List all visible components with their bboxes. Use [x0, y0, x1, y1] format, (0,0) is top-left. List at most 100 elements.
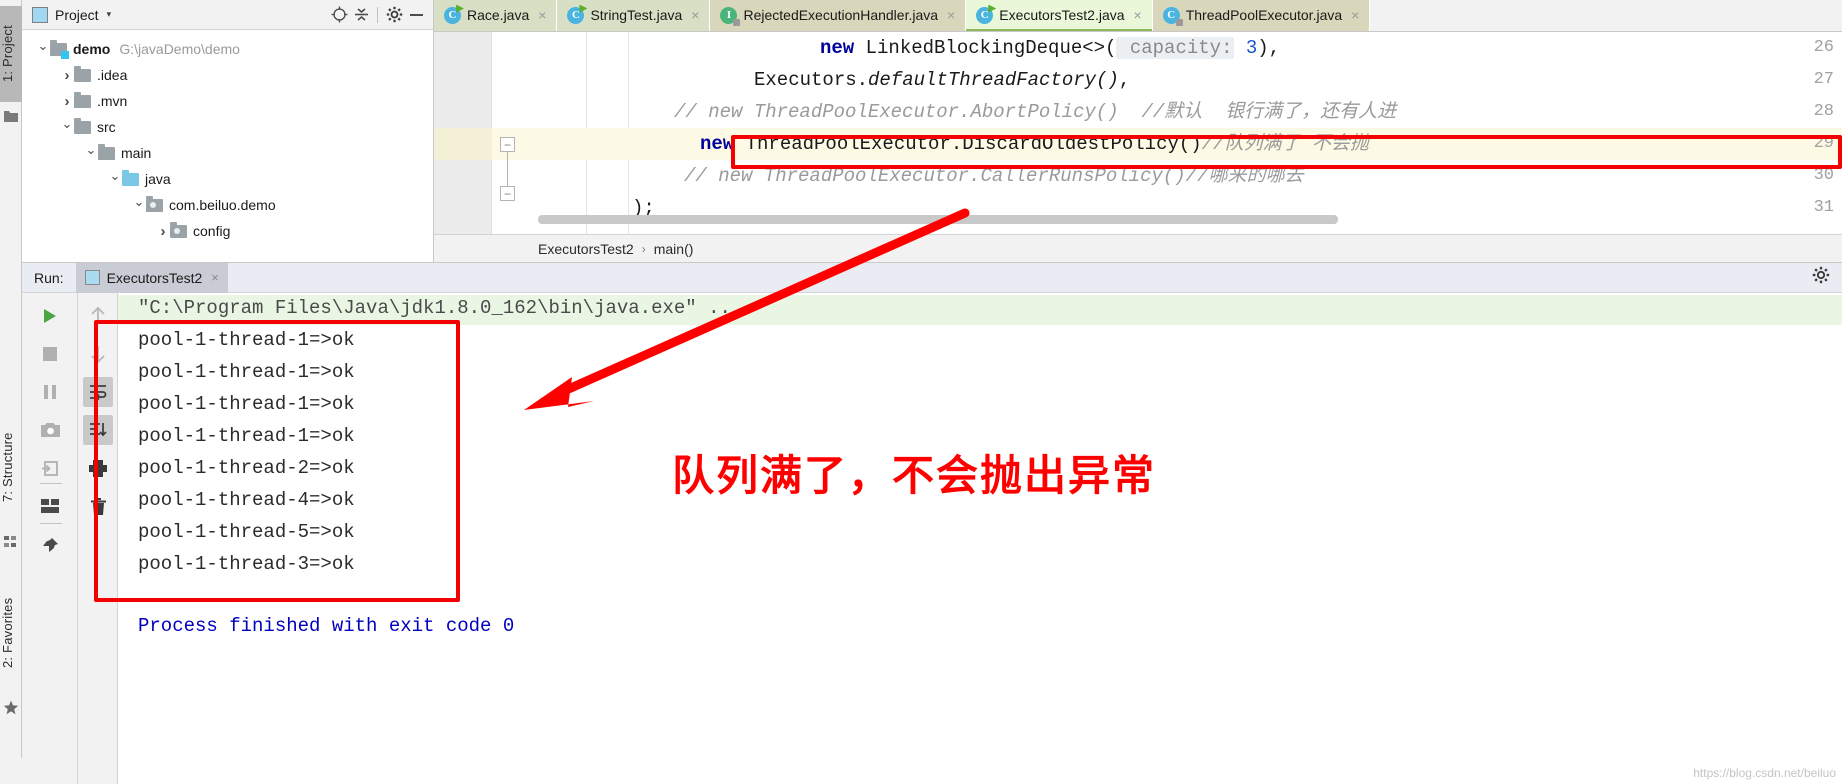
- project-tree[interactable]: demo G:\javaDemo\demo .idea .mvn src main java…: [22, 30, 433, 244]
- breadcrumb-separator: ›: [641, 241, 646, 256]
- fold-marker-collapse-1[interactable]: −: [500, 137, 515, 152]
- tree-node[interactable]: com.beiluo.demo: [22, 192, 433, 218]
- console-output-line: pool-1-thread-4=>ok: [138, 489, 355, 511]
- editor-tab[interactable]: C ThreadPoolExecutor.java ×: [1152, 0, 1371, 31]
- code-line-text: Executors.defaultThreadFactory(),: [754, 64, 1130, 96]
- chevron-right-icon[interactable]: [60, 67, 74, 84]
- chevron-down-icon[interactable]: [84, 145, 98, 161]
- code-token: 3: [1234, 37, 1258, 59]
- close-icon[interactable]: ×: [538, 7, 546, 23]
- fold-marker-collapse-2[interactable]: −: [500, 186, 515, 201]
- console-output-line: pool-1-thread-3=>ok: [138, 553, 355, 575]
- run-tool-window: Run: ExecutorsTest2 × "C:\Program Files\…: [22, 262, 1842, 784]
- editor-tab-label: RejectedExecutionHandler.java: [743, 7, 939, 23]
- run-badge-icon: [988, 4, 997, 13]
- breadcrumb-method[interactable]: main(): [654, 241, 694, 257]
- collapse-all-icon[interactable]: [350, 4, 372, 26]
- tree-node[interactable]: demo G:\javaDemo\demo: [22, 36, 433, 62]
- code-token: // new ThreadPoolExecutor.CallerRunsPoli…: [684, 165, 1304, 187]
- printer-icon[interactable]: [83, 453, 113, 483]
- lock-badge-icon: [1175, 18, 1183, 26]
- chevron-down-icon[interactable]: [108, 171, 122, 187]
- pause-button[interactable]: [35, 377, 65, 407]
- trash-icon[interactable]: [83, 491, 113, 521]
- stop-button[interactable]: [35, 339, 65, 369]
- console-output[interactable]: "C:\Program Files\Java\jdk1.8.0_162\bin\…: [118, 293, 1842, 784]
- tree-node[interactable]: java: [22, 166, 433, 192]
- gear-icon[interactable]: [383, 4, 405, 26]
- close-icon[interactable]: ×: [211, 270, 219, 285]
- code-token: ThreadPoolExecutor.DiscardOldestPolicy(): [745, 133, 1202, 155]
- soft-wrap-icon[interactable]: [83, 377, 113, 407]
- editor-tab[interactable]: C ExecutorsTest2.java ×: [966, 0, 1153, 31]
- left-tool-strip: 1: Project 7: Structure 2: Favorites: [0, 0, 22, 784]
- editor-tab-bar[interactable]: C Race.java × C StringTest.java × I RejectedExe…: [434, 0, 1842, 32]
- tree-node[interactable]: src: [22, 114, 433, 140]
- tree-node[interactable]: config: [22, 218, 433, 244]
- chevron-down-icon[interactable]: [36, 41, 50, 57]
- minimize-icon[interactable]: [405, 4, 427, 26]
- chevron-right-icon[interactable]: [156, 223, 170, 240]
- editor-tab[interactable]: I RejectedExecutionHandler.java ×: [710, 0, 967, 31]
- tree-node-label: .mvn: [97, 93, 128, 109]
- console-output-line: pool-1-thread-1=>ok: [138, 361, 355, 383]
- chevron-down-icon[interactable]: ▾: [107, 9, 112, 20]
- code-line-text: // new ThreadPoolExecutor.AbortPolicy() …: [674, 96, 1396, 128]
- sidebar-item-project[interactable]: 1: Project: [0, 6, 22, 102]
- chevron-right-icon[interactable]: [60, 93, 74, 110]
- close-icon[interactable]: ×: [1134, 7, 1142, 23]
- horizontal-scrollbar[interactable]: [538, 215, 1338, 224]
- sidebar-item-favorites-label: 2: Favorites: [0, 597, 15, 669]
- scroll-end-icon[interactable]: [83, 415, 113, 445]
- code-line[interactable]: Executors.defaultThreadFactory(),: [434, 64, 1842, 96]
- rerun-button[interactable]: [35, 301, 65, 331]
- code-line[interactable]: new ThreadPoolExecutor.DiscardOldestPoli…: [434, 128, 1842, 160]
- lock-badge-icon: [733, 18, 741, 26]
- camera-icon[interactable]: [35, 415, 65, 445]
- chevron-down-icon[interactable]: [60, 119, 74, 135]
- run-panel-header: Run: ExecutorsTest2 ×: [22, 262, 1842, 293]
- code-line-text: new ThreadPoolExecutor.DiscardOldestPoli…: [700, 128, 1369, 160]
- editor-tab[interactable]: C StringTest.java ×: [557, 0, 711, 31]
- sidebar-item-favorites[interactable]: 2: Favorites: [0, 572, 22, 694]
- arrow-down-icon[interactable]: [83, 339, 113, 369]
- tree-node-label: config: [193, 223, 231, 239]
- tree-node-path: G:\javaDemo\demo: [119, 41, 240, 57]
- arrow-up-icon[interactable]: [83, 301, 113, 331]
- close-icon[interactable]: ×: [691, 7, 699, 23]
- sidebar-item-structure-label: 7: Structure: [0, 432, 15, 502]
- tree-node[interactable]: main: [22, 140, 433, 166]
- layout-icon[interactable]: [35, 491, 65, 521]
- pin-icon[interactable]: [35, 531, 65, 561]
- gear-icon[interactable]: [1812, 266, 1830, 289]
- breadcrumb[interactable]: ExecutorsTest2 › main(): [434, 234, 1842, 262]
- tree-node[interactable]: .mvn: [22, 88, 433, 114]
- run-panel-label: Run:: [34, 269, 64, 286]
- close-icon[interactable]: ×: [947, 7, 955, 23]
- run-toolbar-secondary: [78, 293, 118, 784]
- code-line[interactable]: new LinkedBlockingDeque<>( capacity: 3),: [434, 32, 1842, 64]
- chevron-down-icon[interactable]: [132, 197, 146, 213]
- code-token: new: [820, 37, 866, 59]
- code-line[interactable]: // new ThreadPoolExecutor.CallerRunsPoli…: [434, 160, 1842, 192]
- class-icon: C: [444, 4, 464, 24]
- code-line[interactable]: // new ThreadPoolExecutor.AbortPolicy() …: [434, 96, 1842, 128]
- breadcrumb-class[interactable]: ExecutorsTest2: [538, 241, 634, 257]
- run-config-tab-label: ExecutorsTest2: [106, 269, 203, 286]
- tree-node[interactable]: .idea: [22, 62, 433, 88]
- code-line-text: new LinkedBlockingDeque<>( capacity: 3),: [820, 32, 1280, 64]
- tree-node-label: src: [97, 119, 116, 135]
- code-editor[interactable]: 26 27 28 29 30 31 new LinkedBlockingDeque<>( …: [434, 32, 1842, 234]
- editor-tab-label: Race.java: [467, 7, 530, 23]
- close-icon[interactable]: ×: [1351, 7, 1359, 23]
- intellij-idea-window: 1: Project 7: Structure 2: Favorites Pro…: [0, 0, 1842, 784]
- folder-icon: [170, 221, 187, 238]
- run-badge-icon: [456, 4, 464, 13]
- folder-icon: [146, 195, 163, 212]
- editor-tab[interactable]: C Race.java ×: [434, 0, 558, 31]
- code-token: LinkedBlockingDeque<>(: [865, 37, 1117, 59]
- crosshair-icon[interactable]: [328, 4, 350, 26]
- restore-icon[interactable]: [35, 453, 65, 483]
- run-config-tab[interactable]: ExecutorsTest2 ×: [75, 262, 228, 293]
- sidebar-item-structure[interactable]: 7: Structure: [0, 408, 22, 526]
